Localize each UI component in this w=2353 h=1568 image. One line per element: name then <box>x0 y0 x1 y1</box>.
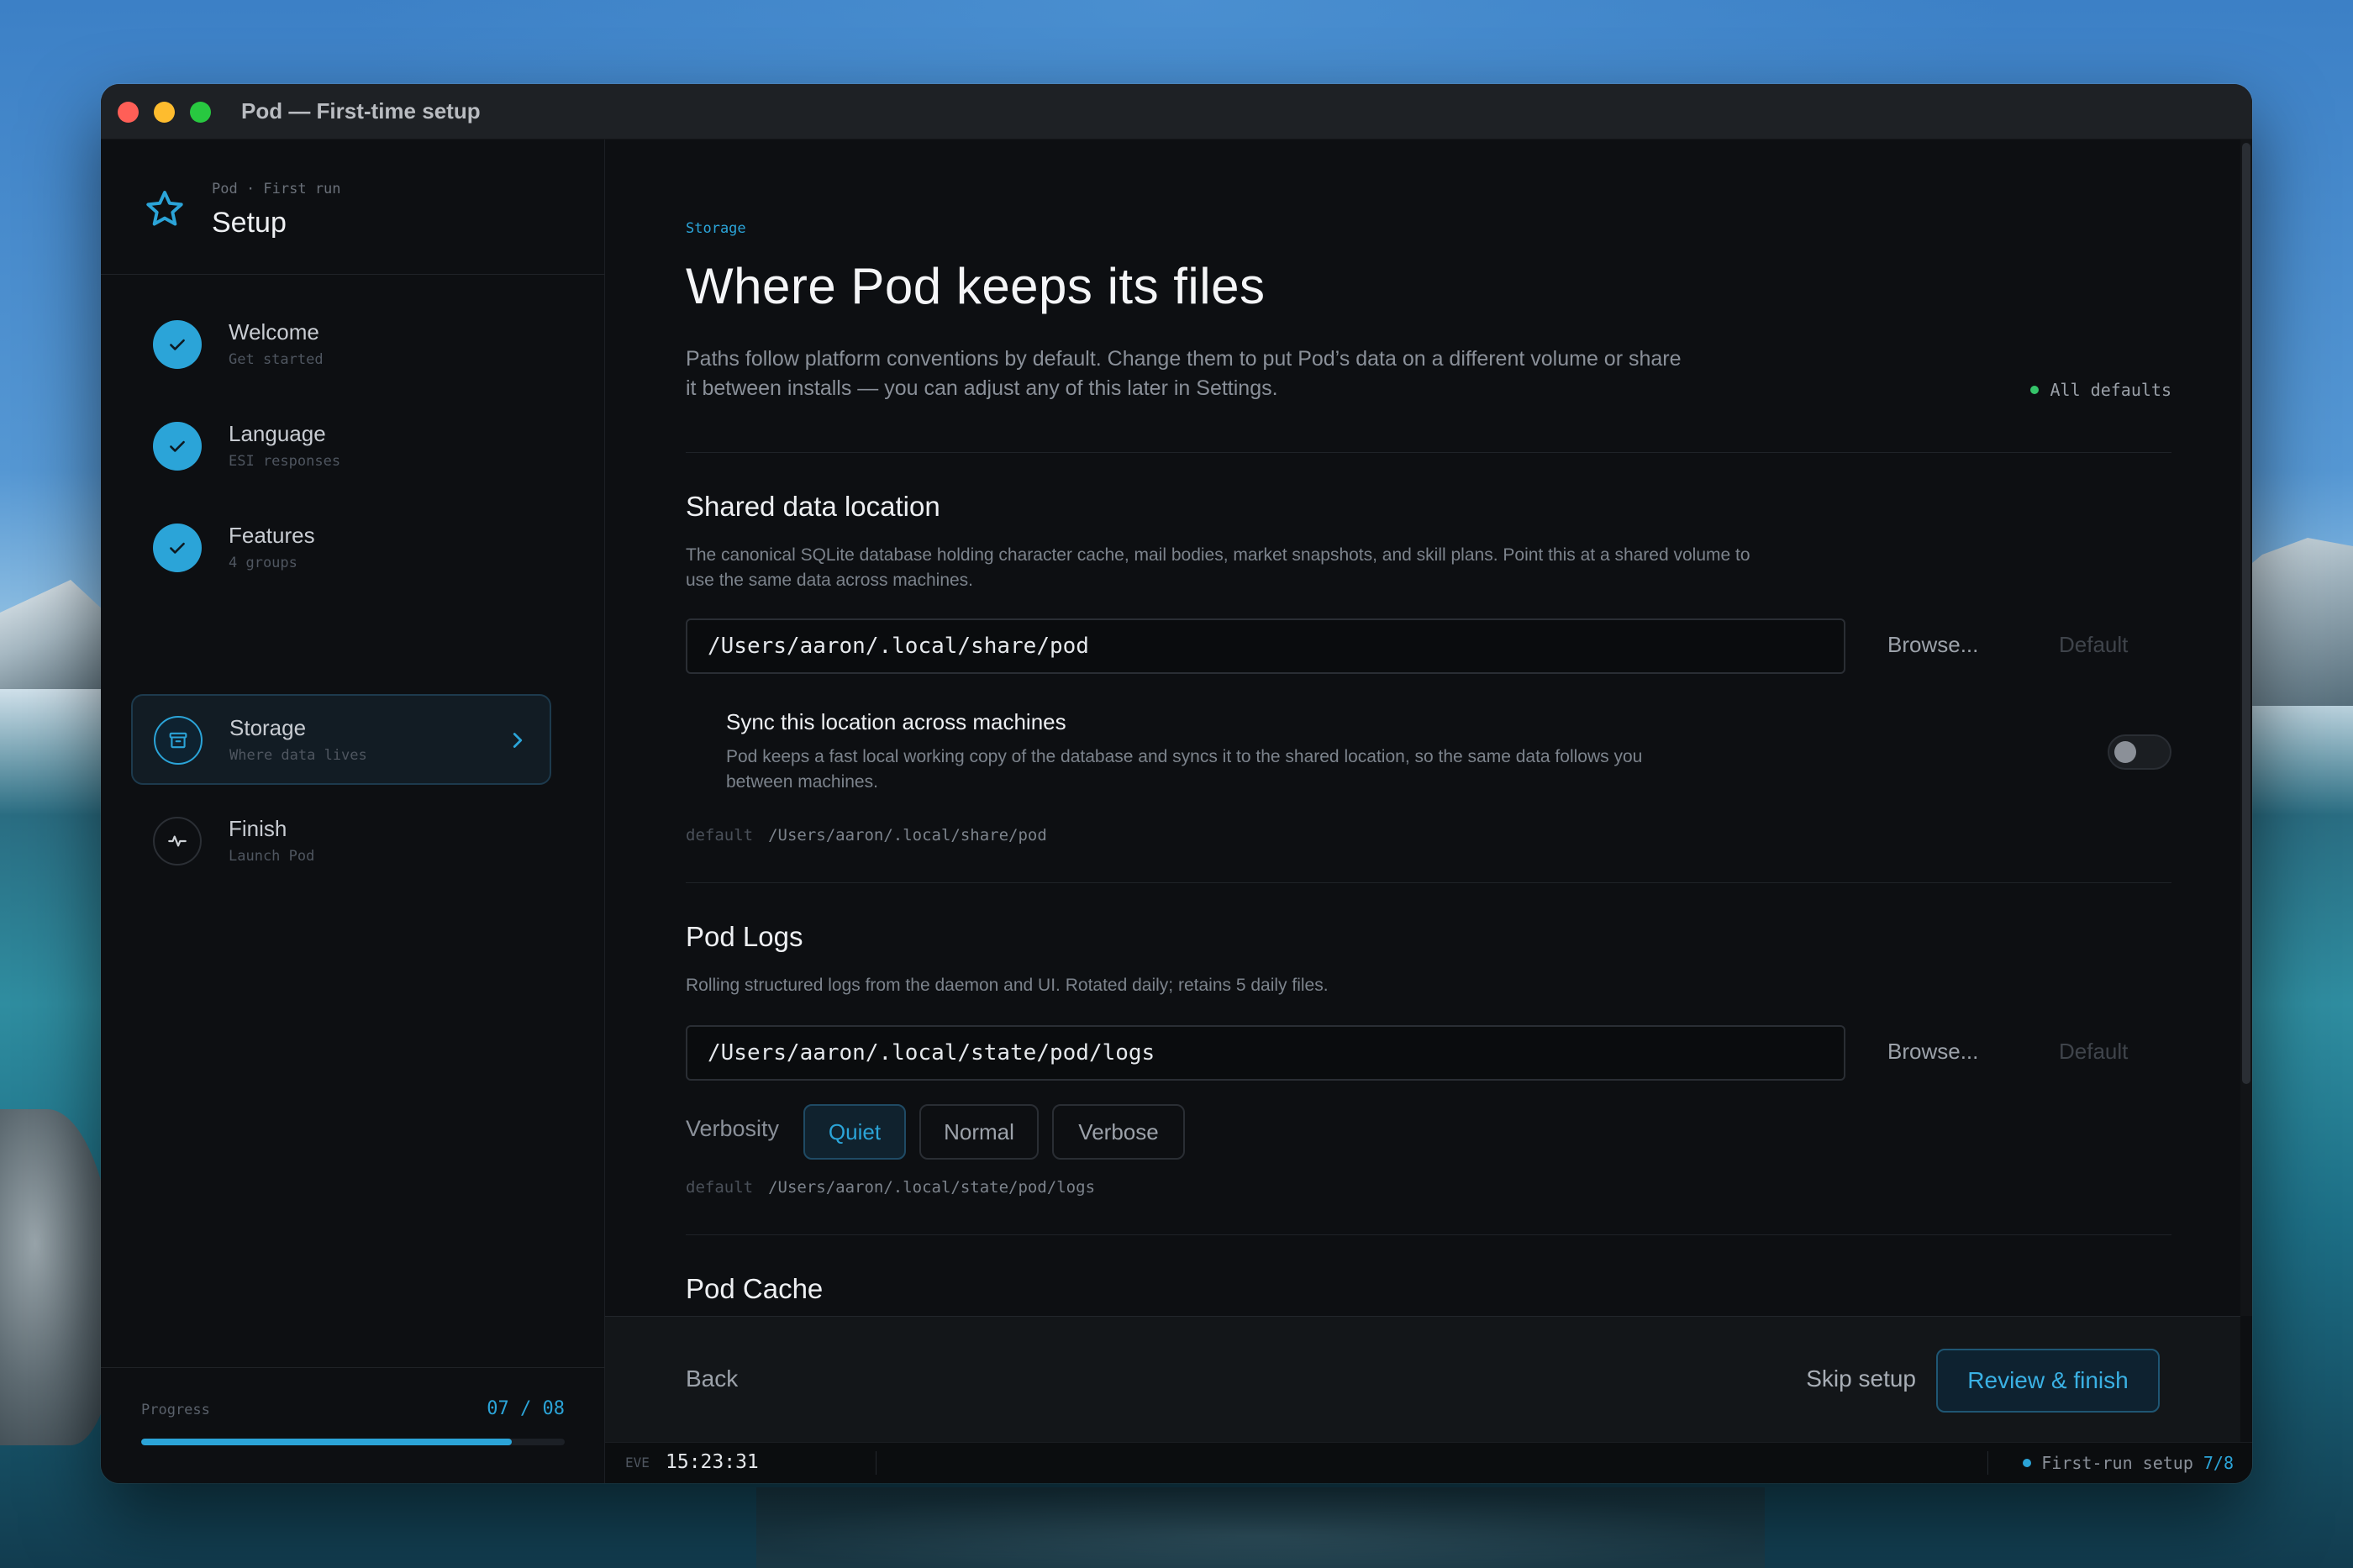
logs-path-value: /Users/aaron/.local/state/pod/logs <box>708 1040 1155 1066</box>
skip-setup-button[interactable]: Skip setup <box>1806 1365 1916 1392</box>
shared-default-hint: default/Users/aaron/.local/share/pod <box>686 826 1047 845</box>
verbosity-option-quiet[interactable]: Quiet <box>803 1104 906 1160</box>
logs-browse-button[interactable]: Browse... <box>1887 1039 1978 1065</box>
status-dot-icon <box>2029 386 2039 394</box>
progress-panel: Progress 07 / 08 <box>101 1367 605 1483</box>
step-welcome[interactable]: Welcome Get started <box>131 299 551 390</box>
status-bar: EVE 15:23:31 First-run setup 7/8 <box>605 1442 2252 1483</box>
check-icon <box>153 524 202 572</box>
shared-path-value: /Users/aaron/.local/share/pod <box>708 634 1089 659</box>
sidebar-title: Setup <box>212 207 287 239</box>
eve-time-value: 15:23:31 <box>666 1451 759 1473</box>
toggle-knob <box>2114 741 2136 763</box>
step-label: Storage <box>229 715 307 740</box>
logs-default-hint: default/Users/aaron/.local/state/pod/log… <box>686 1178 1095 1197</box>
setup-status: First-run setup 7/8 <box>2023 1453 2234 1473</box>
eve-time-label: EVE <box>625 1455 650 1471</box>
archive-icon <box>154 716 203 765</box>
scrollbar[interactable] <box>2240 139 2252 1316</box>
step-label: Language <box>229 421 326 446</box>
section-description-shared: The canonical SQLite database holding ch… <box>686 545 1750 590</box>
chevron-right-icon <box>513 733 523 748</box>
defaults-status-badge: All defaults <box>2029 380 2172 400</box>
step-sublabel: Launch Pod <box>229 848 315 865</box>
main-panel: Storage Where Pod keeps its files Paths … <box>605 139 2252 1483</box>
step-label: Welcome <box>229 319 319 345</box>
verbosity-label: Verbosity <box>686 1116 780 1141</box>
step-storage-content: Storage Where data lives <box>132 695 552 786</box>
sidebar: Pod · First run Setup Welcome Get starte… <box>101 139 605 1483</box>
step-language[interactable]: Language ESI responses <box>131 401 551 492</box>
status-dot-icon <box>2023 1459 2032 1467</box>
section-title-logs: Pod Logs <box>686 921 803 952</box>
default-key: default <box>686 1178 754 1197</box>
step-sublabel: Get started <box>229 351 324 368</box>
window-title: Pod — First-time setup <box>241 98 481 124</box>
storage-content: Storage Where Pod keeps its files Paths … <box>686 139 2171 1316</box>
progress-count: 07 / 08 <box>487 1398 565 1419</box>
logs-path-input[interactable]: /Users/aaron/.local/state/pod/logs <box>686 1025 1845 1081</box>
badge-label: All defaults <box>2050 380 2172 400</box>
progress-label: Progress <box>141 1402 210 1418</box>
pulse-icon <box>153 817 202 866</box>
setup-mode-label: First-run setup <box>2041 1453 2193 1473</box>
close-window-button[interactable] <box>118 102 139 123</box>
verbosity-option-verbose[interactable]: Verbose <box>1052 1104 1185 1160</box>
step-sublabel: Where data lives <box>229 747 367 764</box>
sync-description: Pod keeps a fast local working copy of t… <box>726 747 1643 792</box>
default-value: /Users/aaron/.local/share/pod <box>768 826 1047 845</box>
status-separator <box>1987 1451 1988 1475</box>
back-button[interactable]: Back <box>686 1365 738 1392</box>
divider <box>686 882 2171 883</box>
step-sublabel: 4 groups <box>229 555 297 571</box>
star-icon <box>146 191 183 226</box>
sync-title: Sync this location across machines <box>726 709 1066 734</box>
page-description: Paths follow platform conventions by def… <box>686 347 1682 400</box>
logs-default-button[interactable]: Default <box>2059 1039 2128 1065</box>
background-rock <box>0 1109 118 1445</box>
shared-browse-button[interactable]: Browse... <box>1887 632 1978 658</box>
page-title: Where Pod keeps its files <box>686 258 1266 314</box>
step-sublabel: ESI responses <box>229 453 341 470</box>
progress-bar <box>141 1439 565 1445</box>
default-value: /Users/aaron/.local/state/pod/logs <box>768 1178 1096 1197</box>
progress-bar-fill <box>141 1439 512 1445</box>
minimize-window-button[interactable] <box>154 102 175 123</box>
verbosity-option-normal[interactable]: Normal <box>919 1104 1039 1160</box>
page-kicker: Storage <box>686 220 746 237</box>
sidebar-header: Pod · First run Setup <box>101 139 605 275</box>
check-icon <box>153 320 202 369</box>
check-icon <box>153 422 202 471</box>
default-key: default <box>686 826 754 845</box>
step-features[interactable]: Features 4 groups <box>131 502 551 593</box>
scrollbar-thumb[interactable] <box>2242 143 2250 1084</box>
step-label: Finish <box>229 816 287 841</box>
action-bar: Back Skip setup Review & finish <box>605 1316 2240 1442</box>
section-title-cache: Pod Cache <box>686 1273 824 1304</box>
review-finish-button[interactable]: Review & finish <box>1936 1349 2160 1413</box>
background-mountain-left <box>0 580 118 689</box>
sidebar-kicker: Pod · First run <box>212 181 341 197</box>
shared-default-button[interactable]: Default <box>2059 632 2128 658</box>
app-window: Pod — First-time setup Pod · First run S… <box>101 84 2252 1483</box>
divider <box>686 452 2171 453</box>
background-rock-bottom <box>756 1487 1765 1568</box>
step-finish[interactable]: Finish Launch Pod <box>131 796 551 887</box>
shared-path-input[interactable]: /Users/aaron/.local/share/pod <box>686 618 1845 674</box>
section-description-logs: Rolling structured logs from the daemon … <box>686 976 1329 995</box>
divider <box>686 1234 2171 1235</box>
zoom-window-button[interactable] <box>190 102 211 123</box>
step-label: Features <box>229 523 315 548</box>
setup-step-count: 7/8 <box>2203 1453 2234 1473</box>
title-bar: Pod — First-time setup <box>101 84 2252 139</box>
sync-toggle[interactable] <box>2108 734 2171 770</box>
section-title-shared: Shared data location <box>686 491 940 522</box>
